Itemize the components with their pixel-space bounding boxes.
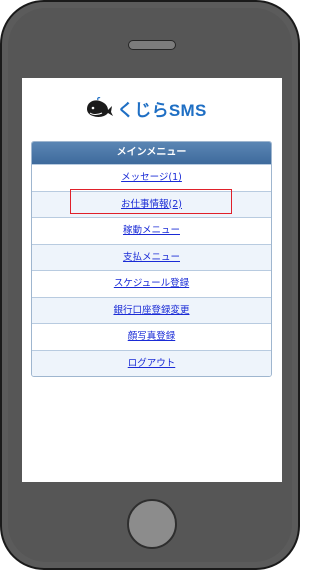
link-schedule[interactable]: スケジュール登録: [114, 278, 189, 289]
menu-item-schedule: スケジュール登録: [32, 270, 271, 297]
link-messages[interactable]: メッセージ(1): [121, 172, 182, 183]
whale-icon: [87, 97, 113, 117]
home-button[interactable]: [127, 499, 177, 549]
screen: くじらSMS メインメニュー メッセージ(1) お仕事情報(2) 稼動メニュー …: [22, 78, 282, 482]
link-photo[interactable]: 顔写真登録: [128, 331, 176, 342]
phone-frame: くじらSMS メインメニュー メッセージ(1) お仕事情報(2) 稼動メニュー …: [0, 0, 300, 570]
main-menu: メインメニュー メッセージ(1) お仕事情報(2) 稼動メニュー 支払メニュー …: [31, 141, 272, 377]
link-work-menu[interactable]: 稼動メニュー: [123, 225, 180, 236]
link-logout[interactable]: ログアウト: [128, 358, 176, 369]
logo-text: くじらSMS: [117, 100, 207, 120]
menu-item-bank-account: 銀行口座登録変更: [32, 296, 271, 323]
selection-highlight: [70, 189, 232, 214]
link-bank-account[interactable]: 銀行口座登録変更: [113, 305, 189, 316]
speaker-slot: [128, 40, 176, 50]
link-payment-menu[interactable]: 支払メニュー: [123, 252, 180, 263]
menu-item-work-menu: 稼動メニュー: [32, 217, 271, 244]
menu-item-payment-menu: 支払メニュー: [32, 243, 271, 270]
menu-item-logout: ログアウト: [32, 349, 271, 376]
menu-item-photo: 顔写真登録: [32, 323, 271, 350]
app-logo: くじらSMS: [84, 96, 207, 120]
menu-header: メインメニュー: [32, 142, 271, 164]
menu-item-messages: メッセージ(1): [32, 164, 271, 191]
